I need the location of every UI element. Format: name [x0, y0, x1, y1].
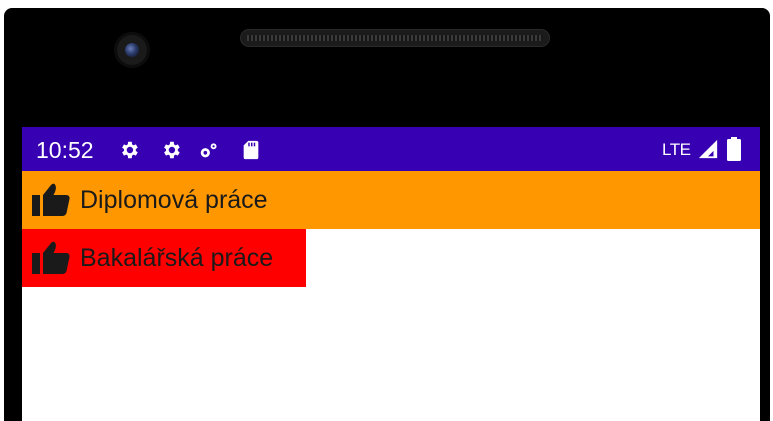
thumbs-up-icon — [30, 240, 72, 276]
camera-lens — [125, 43, 139, 57]
status-time: 10:52 — [36, 137, 94, 163]
settings-gear-icon — [160, 139, 182, 161]
earpiece-speaker — [240, 29, 550, 47]
battery-icon — [726, 137, 742, 161]
list-item-diplomova-prace[interactable]: Diplomová práce — [22, 171, 760, 229]
settings-gear-icon — [118, 139, 140, 161]
list-item-label: Bakalářská práce — [80, 244, 274, 272]
network-type-label: LTE — [662, 140, 691, 159]
list-item-bakalarska-prace[interactable]: Bakalářská práce — [22, 229, 306, 287]
front-camera — [114, 32, 150, 68]
status-bar: 10:52 LTE — [22, 127, 760, 171]
sd-card-icon — [240, 139, 262, 161]
phone-screen: 10:52 LTE Diplomová práce Bakalářská prá… — [22, 127, 760, 421]
list-item-label: Diplomová práce — [80, 186, 268, 214]
debug-settings-icon — [198, 139, 220, 161]
signal-icon — [697, 138, 719, 160]
thumbs-up-icon — [30, 182, 72, 218]
